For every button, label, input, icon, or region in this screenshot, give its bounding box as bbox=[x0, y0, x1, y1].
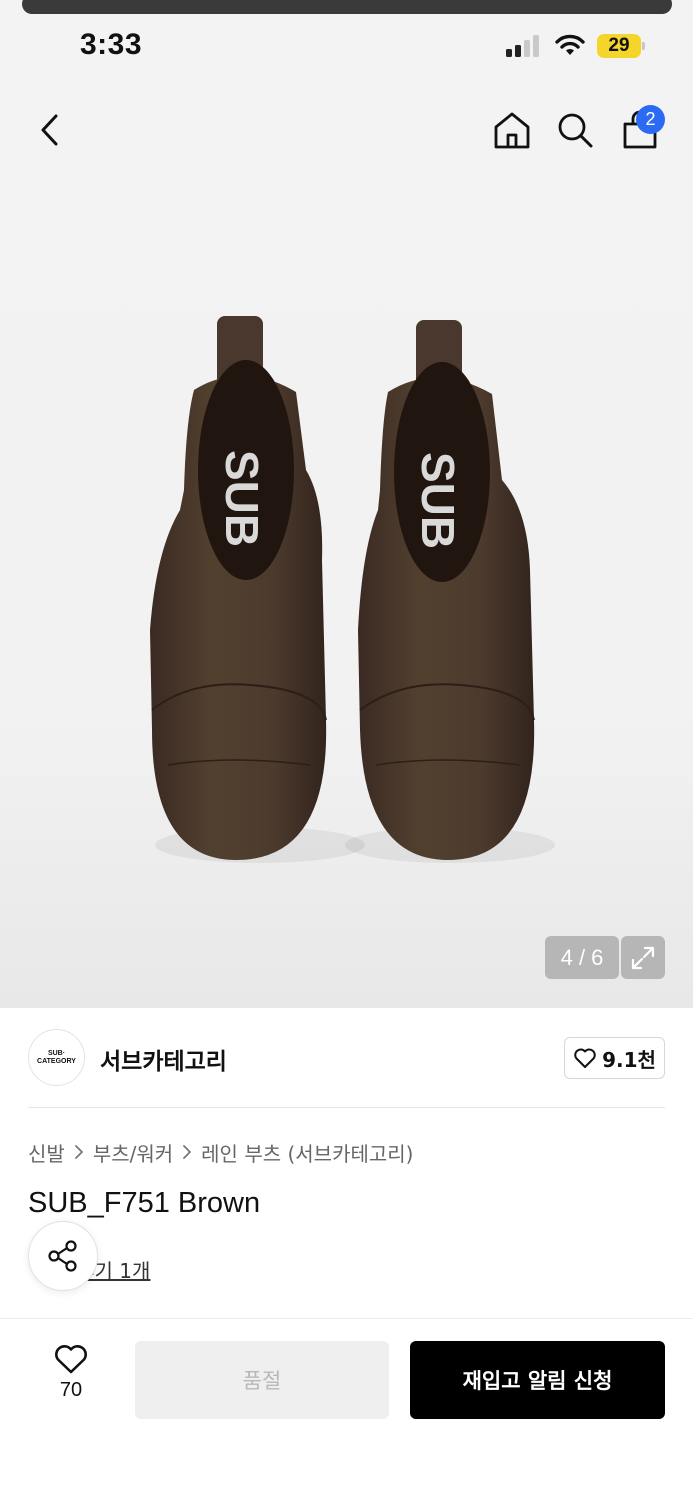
brand-like-count: 9.1천 bbox=[602, 1047, 656, 1072]
status-time: 3:33 bbox=[80, 28, 143, 61]
soldout-button: 품절 bbox=[135, 1341, 389, 1419]
brand-logo-text-2: CATEGORY bbox=[37, 1057, 76, 1065]
product-image[interactable]: SUB SUB bbox=[130, 300, 570, 880]
breadcrumb-item-boots[interactable]: 부츠/워커 bbox=[93, 1138, 173, 1167]
product-gallery[interactable]: 3:33 29 2 SUB SUB 4 / 6 bbox=[0, 0, 693, 1008]
image-counter: 4 / 6 bbox=[545, 936, 619, 979]
insole-logo: SUB bbox=[216, 450, 268, 547]
back-button[interactable] bbox=[28, 108, 72, 152]
brand-logo[interactable]: SUB· CATEGORY bbox=[28, 1029, 85, 1086]
home-icon bbox=[494, 112, 530, 149]
product-like-count: 70 bbox=[59, 1379, 83, 1401]
brand-logo-text-1: SUB· bbox=[47, 1049, 66, 1057]
product-like-button[interactable]: 70 bbox=[36, 1343, 106, 1402]
share-button[interactable] bbox=[28, 1221, 98, 1291]
heart-icon bbox=[55, 1345, 87, 1374]
chevron-left-icon bbox=[41, 114, 58, 146]
breadcrumb-item-shoes[interactable]: 신발 bbox=[28, 1138, 65, 1167]
bottom-action-bar: 70 품절 재입고 알림 신청 bbox=[0, 1318, 693, 1500]
heart-icon bbox=[574, 1048, 596, 1068]
expand-icon bbox=[631, 946, 655, 969]
wifi-icon bbox=[555, 33, 585, 57]
cart-count-badge: 2 bbox=[636, 105, 665, 134]
divider bbox=[28, 1107, 665, 1108]
battery-level: 29 bbox=[597, 34, 641, 58]
search-button[interactable] bbox=[553, 108, 597, 152]
home-button[interactable] bbox=[490, 108, 534, 152]
fullscreen-button[interactable] bbox=[621, 936, 665, 979]
share-icon bbox=[48, 1240, 77, 1272]
notch-bar bbox=[22, 0, 672, 14]
cellular-signal-icon bbox=[506, 35, 542, 57]
brand-row[interactable]: SUB· CATEGORY 서브카테고리 9.1천 bbox=[28, 1029, 665, 1087]
brand-like-button[interactable]: 9.1천 bbox=[564, 1037, 665, 1079]
chevron-right-icon bbox=[182, 1144, 192, 1160]
restock-alert-button[interactable]: 재입고 알림 신청 bbox=[410, 1341, 665, 1419]
breadcrumb: 신발 부츠/워커 레인 부츠 (서브카테고리) bbox=[28, 1138, 413, 1166]
chevron-right-icon bbox=[74, 1144, 84, 1160]
breadcrumb-item-rain-boots[interactable]: 레인 부츠 (서브카테고리) bbox=[201, 1138, 413, 1167]
right-boot-shape: SUB bbox=[345, 320, 555, 863]
left-boot-shape: SUB bbox=[150, 316, 365, 863]
brand-name[interactable]: 서브카테고리 bbox=[100, 1042, 227, 1076]
search-icon bbox=[558, 113, 593, 148]
product-title: SUB_F751 Brown bbox=[28, 1187, 261, 1219]
insole-logo: SUB bbox=[412, 452, 464, 549]
battery-icon: 29 bbox=[597, 34, 645, 58]
